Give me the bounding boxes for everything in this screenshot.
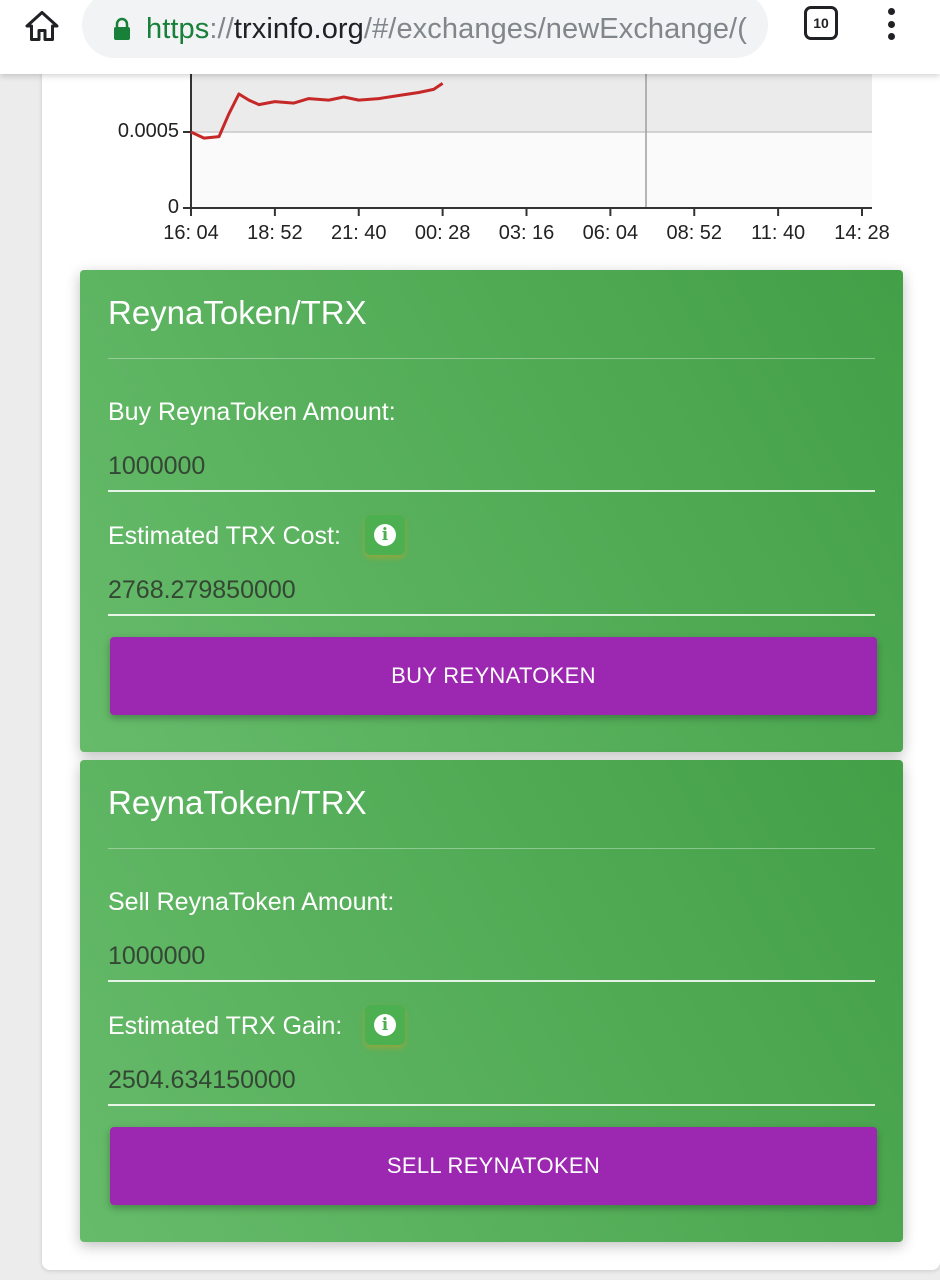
sell-panel: ReynaToken/TRX Sell ReynaToken Amount: 1… xyxy=(80,760,903,1242)
url-scheme: https xyxy=(146,12,210,45)
home-button[interactable] xyxy=(22,6,62,46)
menu-dot xyxy=(887,33,895,40)
url-path: /#/exchanges/newExchange/( xyxy=(363,12,747,45)
y-tick-label: 0 xyxy=(167,196,179,218)
buy-amount-input[interactable]: 1000000 xyxy=(108,446,875,492)
y-tick-label: 0.0005 xyxy=(117,120,179,142)
x-tick-label: 21: 40 xyxy=(330,222,387,244)
estimated-gain-label: Estimated TRX Gain: xyxy=(108,1012,343,1040)
x-tick-label: 14: 28 xyxy=(834,222,890,244)
tab-switcher-icon[interactable]: 10 xyxy=(804,6,838,40)
divider xyxy=(108,848,875,849)
panel-title: ReynaToken/TRX xyxy=(108,784,367,821)
browser-toolbar: https://trxinfo.org/#/exchanges/newExcha… xyxy=(0,0,940,74)
sell-button[interactable]: SELL REYNATOKEN xyxy=(110,1127,877,1205)
estimated-cost-label: Estimated TRX Cost: xyxy=(108,522,341,550)
sell-amount-label: Sell ReynaToken Amount: xyxy=(108,888,395,916)
info-icon: i xyxy=(374,524,396,546)
info-button[interactable]: i xyxy=(365,515,405,555)
tab-count: 10 xyxy=(813,15,829,31)
chart-lower-band xyxy=(191,132,872,208)
estimated-cost-field: 2768.279850000 xyxy=(108,570,875,616)
info-icon: i xyxy=(374,1014,396,1036)
x-tick-label: 08: 52 xyxy=(666,222,723,244)
menu-dot xyxy=(887,20,895,28)
x-tick-label: 11: 40 xyxy=(751,222,806,244)
x-tick-label: 06: 04 xyxy=(582,222,639,244)
x-tick-label: 00: 28 xyxy=(414,222,471,244)
url-host: trxinfo.org xyxy=(233,12,364,45)
sell-amount-input[interactable]: 1000000 xyxy=(108,936,875,982)
more-vert-icon[interactable] xyxy=(876,4,906,44)
x-tick-label: 16: 04 xyxy=(163,222,219,244)
price-chart: 0.0005 0 16: 04 18: 52 21: 40 00: 28 03: 16 06:… xyxy=(0,74,940,254)
buy-panel: ReynaToken/TRX Buy ReynaToken Amount: 10… xyxy=(80,270,903,752)
address-bar[interactable]: https://trxinfo.org/#/exchanges/newExcha… xyxy=(82,0,768,58)
x-tick-label: 03: 16 xyxy=(498,222,555,244)
info-button[interactable]: i xyxy=(365,1005,405,1045)
menu-dot xyxy=(887,8,895,15)
x-tick-label: 18: 52 xyxy=(247,222,303,244)
lock-icon xyxy=(110,17,134,41)
divider xyxy=(108,358,875,359)
url-text: https://trxinfo.org/#/exchanges/newExcha… xyxy=(146,13,747,46)
url-separator: :// xyxy=(209,12,234,45)
buy-amount-label: Buy ReynaToken Amount: xyxy=(108,398,396,426)
panel-title: ReynaToken/TRX xyxy=(108,294,367,331)
home-icon xyxy=(25,11,59,41)
buy-button[interactable]: BUY REYNATOKEN xyxy=(110,637,877,715)
estimated-gain-field: 2504.634150000 xyxy=(108,1060,875,1106)
